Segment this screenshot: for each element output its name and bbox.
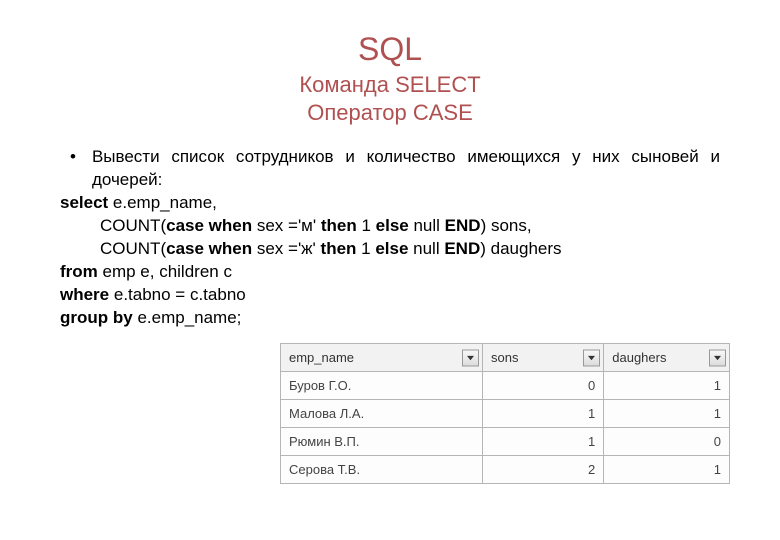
cell-emp_name: Рюмин В.П. (281, 428, 483, 456)
content: • Вывести список сотрудников и количеств… (60, 146, 720, 330)
page-title: SQL (60, 30, 720, 68)
sql-text: e.tabno = c.tabno (109, 285, 246, 304)
sql-text: e.emp_name; (133, 308, 242, 327)
table-header-sons[interactable]: sons (483, 344, 604, 372)
kw-else: else (375, 239, 408, 258)
sql-text: 1 (357, 216, 376, 235)
table-row: Рюмин В.П. 1 0 (281, 428, 730, 456)
dropdown-icon[interactable] (583, 349, 600, 366)
cell-sons: 1 (483, 400, 604, 428)
sql-text: e.emp_name, (108, 193, 217, 212)
cell-daughers: 0 (604, 428, 730, 456)
kw-select: select (60, 193, 108, 212)
cell-daughers: 1 (604, 400, 730, 428)
kw-groupby: group by (60, 308, 133, 327)
title-block: SQL Команда SELECT Оператор CASE (60, 30, 720, 126)
cell-sons: 1 (483, 428, 604, 456)
description-text: Вывести список сотрудников и количество … (92, 146, 720, 192)
cell-daughers: 1 (604, 456, 730, 484)
table-header-emp_name[interactable]: emp_name (281, 344, 483, 372)
table-row: Буров Г.О. 0 1 (281, 372, 730, 400)
kw-where: where (60, 285, 109, 304)
header-label: daughers (612, 350, 666, 365)
sql-text: null (408, 239, 444, 258)
result-table-wrap: emp_name sons daughers (280, 343, 730, 484)
dropdown-icon[interactable] (709, 349, 726, 366)
kw-end: END (445, 216, 481, 235)
bullet-icon: • (70, 146, 76, 169)
header-label: sons (491, 350, 518, 365)
dropdown-icon[interactable] (462, 349, 479, 366)
table-row: Малова Л.А. 1 1 (281, 400, 730, 428)
sql-text: COUNT( (100, 239, 166, 258)
cell-emp_name: Малова Л.А. (281, 400, 483, 428)
kw-case-when: case when (166, 239, 252, 258)
sql-text: emp e, children c (98, 262, 232, 281)
sql-line-4: from emp e, children c (60, 261, 720, 284)
sql-line-3: COUNT(case when sex ='ж' then 1 else nul… (100, 238, 720, 261)
sql-line-5: where e.tabno = c.tabno (60, 284, 720, 307)
bullet-row: • Вывести список сотрудников и количеств… (60, 146, 720, 192)
sql-text: ) daughers (480, 239, 561, 258)
cell-emp_name: Буров Г.О. (281, 372, 483, 400)
sql-text: COUNT( (100, 216, 166, 235)
kw-from: from (60, 262, 98, 281)
sql-text: null (409, 216, 445, 235)
kw-end: END (444, 239, 480, 258)
kw-then: then (321, 239, 357, 258)
cell-sons: 2 (483, 456, 604, 484)
sql-text: ) sons, (481, 216, 532, 235)
sql-text: 1 (356, 239, 375, 258)
result-table: emp_name sons daughers (280, 343, 730, 484)
table-header-daughers[interactable]: daughers (604, 344, 730, 372)
sql-line-6: group by e.emp_name; (60, 307, 720, 330)
sql-text: sex ='ж' (252, 239, 320, 258)
cell-emp_name: Серова Т.В. (281, 456, 483, 484)
kw-else: else (376, 216, 409, 235)
table-header-row: emp_name sons daughers (281, 344, 730, 372)
kw-then: then (321, 216, 357, 235)
cell-daughers: 1 (604, 372, 730, 400)
slide: SQL Команда SELECT Оператор CASE • Вывес… (0, 0, 780, 360)
header-label: emp_name (289, 350, 354, 365)
cell-sons: 0 (483, 372, 604, 400)
table-row: Серова Т.В. 2 1 (281, 456, 730, 484)
sql-line-1: select e.emp_name, (60, 192, 720, 215)
sql-line-2: COUNT(case when sex ='м' then 1 else nul… (100, 215, 720, 238)
subtitle-2: Оператор CASE (60, 100, 720, 126)
kw-case-when: case when (166, 216, 252, 235)
subtitle-1: Команда SELECT (60, 72, 720, 98)
sql-text: sex ='м' (252, 216, 321, 235)
